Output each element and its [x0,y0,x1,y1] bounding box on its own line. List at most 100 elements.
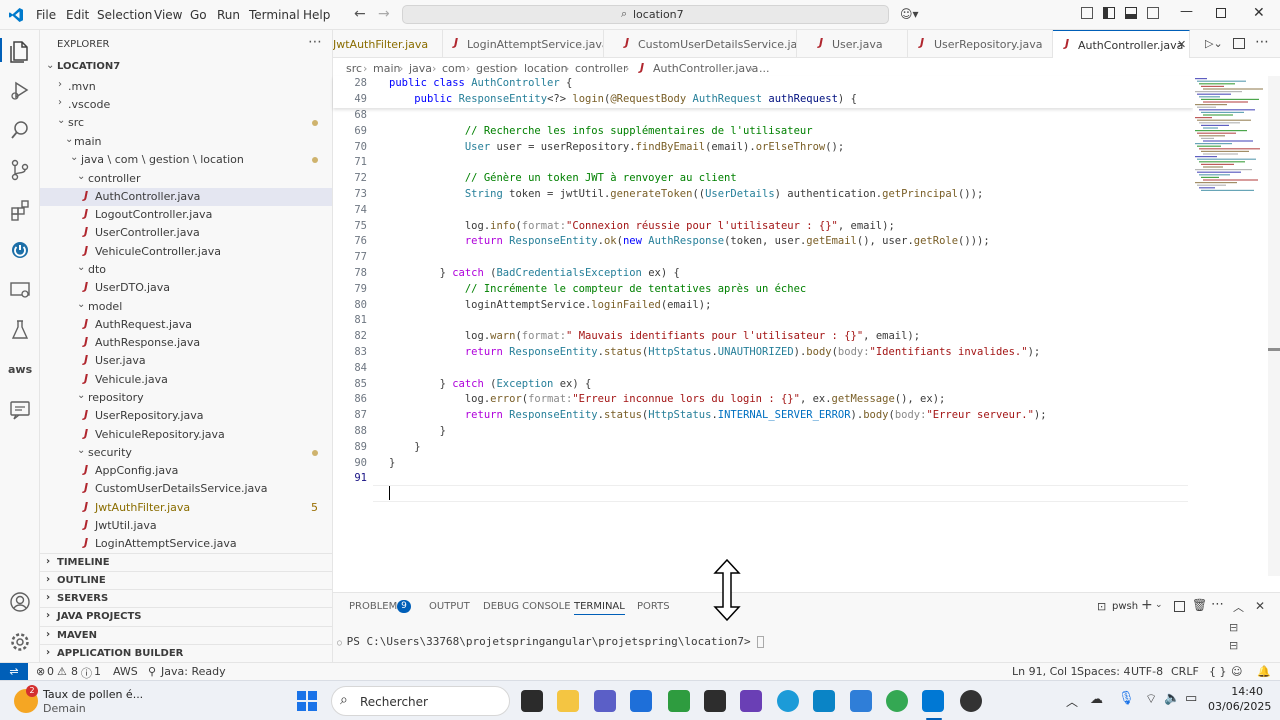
section-outline[interactable]: › OUTLINE [40,571,332,589]
menu-run[interactable]: Run [217,8,240,22]
tree-file-logoutcontroller[interactable]: J LogoutController.java [40,206,332,224]
menu-selection[interactable]: Selection [97,8,152,22]
tree-folder-model[interactable]: ⌄ model [40,298,332,316]
forward-arrow-icon[interactable]: → [378,6,390,22]
breadcrumb-item[interactable]: gestion [476,62,517,75]
breadcrumb-item[interactable]: ... [759,62,770,75]
cursor-position[interactable]: Ln 91, Col 1 [1012,665,1078,678]
toggle-sidebar-icon[interactable] [1103,7,1115,19]
more-actions-icon[interactable]: ⋯ [1211,597,1224,612]
task-view-icon[interactable] [521,690,543,712]
minimize-icon[interactable]: — [1180,4,1193,19]
remote-explorer-icon[interactable] [8,278,32,302]
panel-tab-output[interactable]: OUTPUT [429,601,470,612]
close-tab-icon[interactable]: ✕ [1177,38,1186,51]
notifications-icon[interactable]: 🔔 [1257,665,1271,678]
run-debug-icon[interactable] [8,78,32,102]
battery-icon[interactable]: ▭ [1185,691,1197,706]
search-sidebar-icon[interactable] [8,118,32,142]
settings-gear-icon[interactable] [8,630,32,654]
xbox-icon[interactable] [668,690,690,712]
explorer-root[interactable]: ⌄ LOCATION7 [40,59,332,77]
tree-folder-dto[interactable]: ⌄ dto [40,261,332,279]
tree-folder-repository[interactable]: ⌄ repository [40,389,332,407]
tree-folder-security[interactable]: ⌄ security [40,444,332,462]
line-ending[interactable]: CRLF [1171,665,1199,678]
split-editor-icon[interactable] [1233,38,1245,49]
breadcrumb-item[interactable]: AuthController.java [653,62,758,75]
remote-indicator-icon[interactable]: ⇌ [0,663,28,681]
microphone-icon[interactable]: 🎙 [1118,691,1135,706]
toggle-secondary-sidebar-icon[interactable] [1147,7,1159,19]
tree-file-customuserdetailsservice[interactable]: J CustomUserDetailsService.java [40,480,332,498]
tab-user[interactable]: J User.java [797,30,908,58]
teams-icon[interactable] [594,690,616,712]
copilot-icon[interactable]: ☺▾ [900,7,919,21]
tree-file-appconfig[interactable]: J AppConfig.java [40,462,332,480]
taskbar-search[interactable]: ⌕ Rechercher [331,686,510,716]
vscode-insiders-icon[interactable] [813,690,835,712]
indentation[interactable]: Spaces: 4 [1077,665,1130,678]
clock-date[interactable]: 03/06/2025 [1208,700,1271,713]
chrome-icon[interactable] [886,690,908,712]
github-desktop-icon[interactable] [960,690,982,712]
extensions-icon[interactable] [8,198,32,222]
tree-file-userrepository[interactable]: J UserRepository.java [40,407,332,425]
panel-tab-problems[interactable]: PROBLEMS [349,601,404,612]
breadcrumb-item[interactable]: controller [575,62,627,75]
errors-count[interactable]: 0 [47,665,54,678]
terminal-output[interactable]: ○ PS C:\Users\33768\projetspringangular\… [337,635,765,648]
section-application-builder[interactable]: › APPLICATION BUILDER [40,644,332,662]
breadcrumb-item[interactable]: src [346,62,362,75]
tree-folder-vscode[interactable]: › .vscode [40,96,332,114]
tree-folder-src[interactable]: ⌄ src [40,114,332,132]
app-icon[interactable] [740,690,762,712]
section-timeline[interactable]: › TIMELINE [40,553,332,571]
tree-file-usercontroller[interactable]: J UserController.java [40,224,332,242]
vscode-taskbar-icon[interactable] [922,690,944,712]
tab-loginattemptservice[interactable]: J LoginAttemptService.java [443,30,604,58]
breadcrumb-item[interactable]: location [524,62,568,75]
store-icon[interactable] [630,690,652,712]
tree-file-vehicule[interactable]: J Vehicule.java [40,371,332,389]
back-arrow-icon[interactable]: ← [354,6,366,22]
tree-folder-controller[interactable]: ⌄ controller [40,170,332,188]
source-control-icon[interactable] [8,158,32,182]
java-status[interactable]: Java: Ready [161,665,226,678]
file-explorer-icon[interactable] [557,690,579,712]
tree-file-loginattemptservice[interactable]: J LoginAttemptService.java [40,535,332,553]
tree-file-userdto[interactable]: J UserDTO.java [40,279,332,297]
menu-help[interactable]: Help [303,8,330,22]
windows-start-icon[interactable] [297,691,317,711]
toggle-panel-icon[interactable] [1125,7,1137,19]
more-actions-icon[interactable]: ⋯ [308,34,322,50]
tree-file-authrequest[interactable]: J AuthRequest.java [40,316,332,334]
menu-terminal[interactable]: Terminal [249,8,300,22]
language-mode-icon[interactable]: { } [1209,665,1227,678]
tab-authcontroller[interactable]: J AuthController.java ✕ [1053,30,1190,58]
spring-boot-icon[interactable] [8,238,32,262]
tree-folder-java-package[interactable]: ⌄ java \ com \ gestion \ location [40,151,332,169]
customize-layout-icon[interactable] [1081,7,1093,19]
weather-title[interactable]: Taux de pollen é... [43,688,143,701]
terminal-app-icon[interactable] [704,690,726,712]
more-actions-icon[interactable]: ⋯ [1255,34,1269,50]
tree-folder-main[interactable]: ⌄ main [40,133,332,151]
notepad-icon[interactable] [850,690,872,712]
breadcrumb-item[interactable]: com [442,62,466,75]
terminal-instance-icon[interactable]: ⊟ [1229,621,1238,634]
onedrive-icon[interactable]: ☁ [1090,692,1103,707]
tree-folder-mvn[interactable]: › .mvn [40,78,332,96]
menu-edit[interactable]: Edit [66,8,89,22]
editor-scrollbar[interactable] [1268,76,1280,576]
edge-icon[interactable] [777,690,799,712]
maximize-panel-icon[interactable]: ︿ [1233,599,1244,615]
wifi-icon[interactable]: ⌔ [1145,691,1157,707]
chat-icon[interactable] [8,398,32,422]
section-java-projects[interactable]: › JAVA PROJECTS [40,607,332,625]
breadcrumb-item[interactable]: java [409,62,432,75]
command-center-search[interactable]: ⌕ location7 [402,5,889,24]
minimap[interactable] [1193,76,1268,576]
tab-customuserdetailsservice[interactable]: J CustomUserDetailsService.java [604,30,797,58]
trash-icon[interactable]: 🗑 [1192,598,1207,612]
